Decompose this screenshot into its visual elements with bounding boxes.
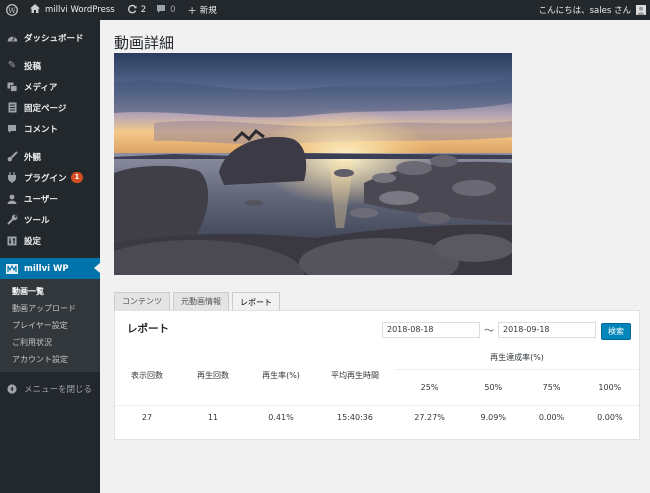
- date-to-input[interactable]: 2018-09-18: [498, 322, 596, 338]
- sidebar-item-label: プラグイン: [24, 173, 67, 184]
- sidebar-item-dashboard[interactable]: ダッシュボード: [0, 27, 100, 48]
- comment-icon: [156, 4, 166, 17]
- detail-tabs: コンテンツ 元動画情報 レポート: [114, 292, 283, 311]
- sidebar-item-label: 固定ページ: [24, 103, 67, 114]
- sidebar-item-users[interactable]: ユーザー: [0, 188, 100, 209]
- sidebar-item-label: ダッシュボード: [24, 33, 84, 44]
- plugin-update-badge: 1: [70, 172, 84, 183]
- comments-link[interactable]: 0: [156, 0, 176, 20]
- updates-link[interactable]: 2: [127, 0, 146, 20]
- report-panel: レポート 2018-08-18 〜 2018-09-18 検索 表示回数 再生回…: [114, 310, 640, 440]
- plus-icon: +: [187, 3, 197, 17]
- sidebar-item-plugins[interactable]: プラグイン 1: [0, 167, 100, 188]
- date-from-input[interactable]: 2018-08-18: [382, 322, 480, 338]
- home-icon: [30, 4, 40, 16]
- tab-contents[interactable]: コンテンツ: [114, 292, 170, 310]
- header-completion-rate: 再生達成率(%): [395, 347, 639, 370]
- submenu-video-upload[interactable]: 動画アップロード: [0, 300, 100, 317]
- sidebar-item-comments[interactable]: コメント: [0, 118, 100, 139]
- header-100: 100%: [580, 369, 639, 406]
- header-avg-time: 平均再生時間: [315, 347, 395, 406]
- collapse-menu-button[interactable]: メニューを閉じる: [0, 378, 100, 399]
- sidebar-item-media[interactable]: メディア: [0, 76, 100, 97]
- report-title: レポート: [127, 323, 169, 335]
- updates-count: 2: [140, 5, 147, 15]
- sidebar-item-label: 外観: [24, 152, 42, 163]
- tab-source-video-info[interactable]: 元動画情報: [173, 292, 229, 310]
- comments-count: 0: [170, 5, 176, 15]
- cell-25: 27.27%: [414, 413, 445, 422]
- dashboard-icon: [6, 32, 18, 44]
- sidebar-item-label: メディア: [24, 82, 58, 93]
- sidebar-item-label: コメント: [24, 124, 59, 135]
- tab-report[interactable]: レポート: [232, 292, 280, 311]
- user-avatar-icon: [637, 6, 645, 15]
- page-title: 動画詳細: [114, 34, 175, 52]
- header-plays: 再生回数: [179, 347, 247, 406]
- sidebar-item-millvi-wp[interactable]: millvi WP: [0, 258, 100, 279]
- sidebar-item-pages[interactable]: 固定ページ: [0, 97, 100, 118]
- new-content-link[interactable]: + 新規: [188, 0, 217, 20]
- site-name: millvi WordPress: [45, 5, 115, 15]
- header-75: 75%: [522, 369, 581, 406]
- comment-icon: [6, 123, 18, 135]
- admin-sidebar: ダッシュボード ✎ 投稿 メディア 固定ページ コメント 外観 プラグイン 1 …: [0, 20, 100, 493]
- site-name-link[interactable]: millvi WordPress: [30, 0, 115, 20]
- sidebar-item-posts[interactable]: ✎ 投稿: [0, 55, 100, 76]
- media-icon: [6, 81, 18, 93]
- cell-100: 0.00%: [597, 413, 623, 422]
- svg-text:W: W: [8, 6, 16, 15]
- settings-icon: [6, 235, 18, 247]
- updates-icon: [127, 4, 137, 17]
- submenu-player-settings[interactable]: プレイヤー設定: [0, 317, 100, 334]
- cell-play-rate: 0.41%: [268, 413, 294, 422]
- sidebar-item-label: ツール: [24, 215, 50, 226]
- plugin-icon: [6, 172, 18, 184]
- admin-bar: W millvi WordPress 2 0 + 新規 こんにちは、sales …: [0, 0, 650, 20]
- header-views: 表示回数: [115, 347, 179, 406]
- sidebar-item-appearance[interactable]: 外観: [0, 146, 100, 167]
- brush-icon: [6, 151, 18, 163]
- page-icon: [6, 102, 18, 114]
- collapse-label: メニューを閉じる: [24, 384, 93, 395]
- header-50: 50%: [464, 369, 523, 406]
- submenu-video-list[interactable]: 動画一覧: [0, 283, 100, 300]
- cell-75: 0.00%: [538, 413, 565, 422]
- new-label: 新規: [199, 6, 217, 16]
- sidebar-item-tools[interactable]: ツール: [0, 209, 100, 230]
- lake-sunset-image: [114, 53, 512, 275]
- sidebar-item-settings[interactable]: 設定: [0, 230, 100, 251]
- video-thumbnail[interactable]: [114, 53, 512, 275]
- sidebar-item-label: ユーザー: [24, 194, 58, 205]
- sidebar-item-label: millvi WP: [24, 263, 69, 274]
- cell-plays: 11: [207, 413, 219, 422]
- sidebar-item-label: 設定: [24, 236, 42, 247]
- user-icon: [6, 193, 18, 205]
- submenu-account-settings[interactable]: アカウント設定: [0, 351, 100, 368]
- sidebar-item-label: 投稿: [24, 61, 42, 72]
- greeting[interactable]: こんにちは、sales さん: [539, 0, 631, 20]
- header-play-rate: 再生率(%): [247, 347, 315, 406]
- pin-icon: ✎: [7, 60, 17, 71]
- cell-views: 27: [141, 413, 153, 422]
- cell-50: 9.09%: [480, 413, 506, 422]
- submenu-usage[interactable]: ご利用状況: [0, 334, 100, 351]
- millvi-icon: [6, 263, 18, 275]
- collapse-arrow-icon: [6, 383, 18, 395]
- avatar[interactable]: [636, 5, 646, 15]
- date-range-separator: 〜: [484, 326, 494, 337]
- wordpress-logo-icon[interactable]: W: [6, 0, 20, 20]
- report-table: 表示回数 再生回数 再生率(%) 平均再生時間 再生達成率(%) 25% 50%…: [115, 347, 639, 430]
- cell-avg-time: 15:40:36: [337, 413, 373, 422]
- search-button[interactable]: 検索: [601, 323, 631, 340]
- millvi-submenu: 動画一覧 動画アップロード プレイヤー設定 ご利用状況 アカウント設定: [0, 279, 100, 372]
- header-25: 25%: [395, 369, 465, 406]
- table-row: 27 11 0.41% 15:40:36 27.27% 9.09% 0.00% …: [115, 405, 639, 430]
- wrench-icon: [6, 214, 18, 226]
